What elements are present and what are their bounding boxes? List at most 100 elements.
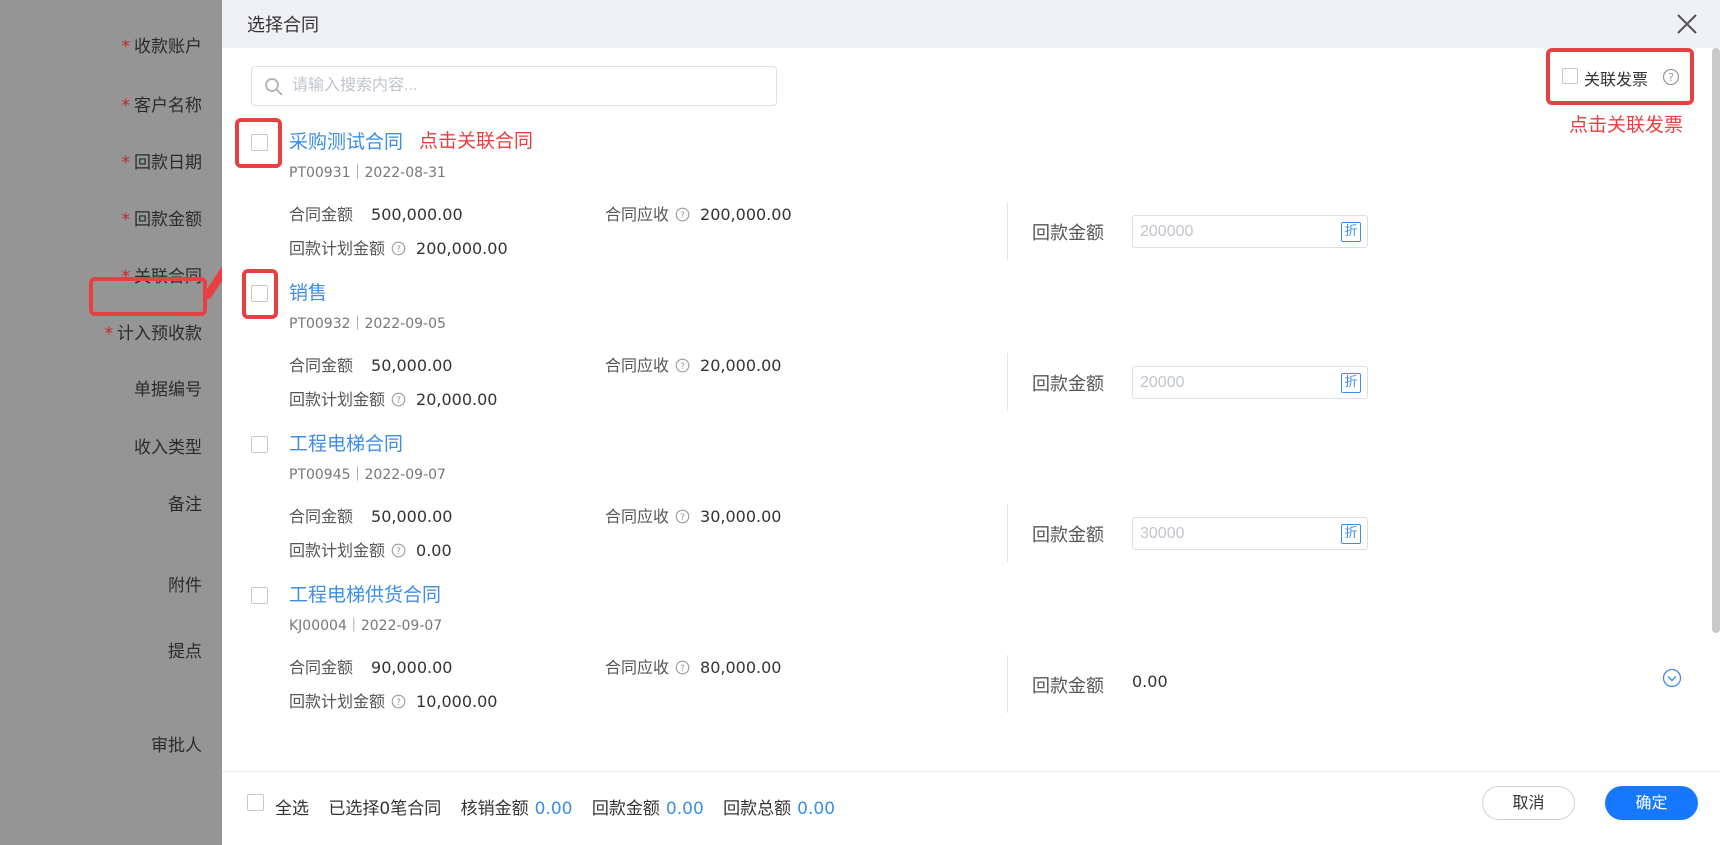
writeoff-value: 0.00 (534, 799, 573, 819)
payment-amount-field: 折 (1132, 215, 1368, 248)
contract-receivable: 合同应收? 20,000.00 (605, 356, 782, 375)
contract-plan-amount: 回款计划金额? 10,000.00 (289, 692, 498, 711)
cancel-button[interactable]: 取消 (1482, 786, 1575, 820)
contract-checkbox[interactable] (251, 587, 268, 604)
payment-amount-input[interactable] (1140, 518, 1330, 549)
contract-amount: 合同金额 50,000.00 (289, 356, 453, 375)
contract-checkbox[interactable] (251, 285, 268, 302)
discount-icon[interactable]: 折 (1341, 524, 1361, 544)
svg-text:?: ? (396, 698, 401, 708)
link-invoice-checkbox[interactable] (1562, 68, 1578, 84)
annotation-box-contract-field (89, 277, 207, 316)
help-icon[interactable]: ? (675, 660, 690, 675)
form-label-amount: * 回款金额 (121, 210, 203, 230)
contract-meta: PT00931｜2022-08-31 (289, 165, 446, 181)
payment-value: 0.00 (665, 799, 704, 819)
search-input[interactable] (292, 67, 762, 105)
chevron-down-icon[interactable] (1662, 668, 1682, 688)
contract-plan-amount: 回款计划金额? 200,000.00 (289, 239, 508, 258)
contract-item: 采购测试合同 点击关联合同 PT00931｜2022-08-31 合同金额 500… (222, 115, 1720, 281)
help-icon[interactable]: ? (391, 694, 406, 709)
form-label-income-type: 收入类型 (134, 438, 202, 458)
payment-amount-value: 0.00 (1132, 672, 1168, 691)
help-icon[interactable]: ? (675, 509, 690, 524)
discount-icon[interactable]: 折 (1341, 373, 1361, 393)
contract-amount: 合同金额 90,000.00 (289, 658, 453, 677)
form-label-customer: * 客户名称 (121, 96, 203, 116)
discount-icon[interactable]: 折 (1341, 222, 1361, 242)
total-label: 回款总额 (723, 799, 792, 819)
contract-name[interactable]: 采购测试合同 (289, 127, 403, 154)
svg-text:?: ? (680, 664, 685, 674)
contract-list: 采购测试合同 点击关联合同 PT00931｜2022-08-31 合同金额 500… (222, 115, 1720, 770)
payment-amount-label: 回款金额 (1032, 525, 1104, 546)
svg-text:?: ? (396, 547, 401, 557)
total-value: 0.00 (797, 799, 836, 819)
search-icon (265, 78, 283, 96)
help-icon[interactable]: ? (675, 358, 690, 373)
dialog-title: 选择合同 (247, 15, 319, 36)
writeoff-label: 核销金额 (460, 799, 529, 819)
svg-text:?: ? (396, 396, 401, 406)
contract-plan-amount: 回款计划金额? 0.00 (289, 541, 452, 560)
help-icon[interactable]: ? (1662, 68, 1680, 86)
form-label-attachment: 附件 (168, 576, 202, 596)
divider (1007, 353, 1008, 411)
divider (1007, 202, 1008, 260)
payment-label: 回款金额 (591, 799, 660, 819)
contract-checkbox[interactable] (251, 134, 268, 151)
form-label-remark: 备注 (168, 495, 202, 515)
svg-text:?: ? (680, 362, 685, 372)
form-label-date: * 回款日期 (121, 153, 203, 173)
contract-receivable: 合同应收? 80,000.00 (605, 658, 782, 677)
contract-name[interactable]: 工程电梯供货合同 (289, 580, 441, 607)
contract-item: 销售 PT00932｜2022-09-05 合同金额 50,000.00 合同应收… (222, 266, 1720, 432)
form-label-prepaid: * 计入预收款 (104, 324, 203, 344)
confirm-button[interactable]: 确定 (1605, 786, 1698, 820)
help-icon[interactable]: ? (675, 207, 690, 222)
search-box (251, 66, 777, 106)
footer-summary: 全选 已选择0笔合同 核销金额 0.00 回款金额 0.00 回款总额 0.00 (275, 794, 835, 819)
selected-count: 已选择0笔合同 (328, 799, 442, 819)
form-label-account: * 收款账户 (121, 37, 203, 57)
contract-receivable: 合同应收? 200,000.00 (605, 205, 792, 224)
form-label-approver: 审批人 (151, 736, 202, 756)
contract-checkbox[interactable] (251, 436, 268, 453)
payment-amount-label: 回款金额 (1032, 374, 1104, 395)
payment-amount-input[interactable] (1140, 216, 1330, 247)
divider (1007, 504, 1008, 562)
form-label-doc-number: 单据编号 (134, 380, 202, 400)
contract-receivable: 合同应收? 30,000.00 (605, 507, 782, 526)
contract-item: 工程电梯供货合同 KJ00004｜2022-09-07 合同金额 90,000.0… (222, 568, 1720, 734)
help-icon[interactable]: ? (391, 241, 406, 256)
help-icon[interactable]: ? (391, 392, 406, 407)
annotation-contract-note: 点击关联合同 (419, 130, 534, 152)
svg-text:?: ? (396, 245, 401, 255)
contract-plan-amount: 回款计划金额? 20,000.00 (289, 390, 498, 409)
payment-amount-label: 回款金额 (1032, 676, 1104, 697)
background-form: * 收款账户 * 客户名称 * 回款日期 * 回款金额 * 关联合同 * 计入预收款 单据编… (0, 0, 222, 845)
help-icon[interactable]: ? (391, 543, 406, 558)
link-invoice-option: 关联发票 ? (1546, 48, 1694, 105)
payment-amount-field: 折 (1132, 517, 1368, 550)
payment-amount-label: 回款金额 (1032, 223, 1104, 244)
payment-amount-input[interactable] (1140, 367, 1330, 398)
svg-text:?: ? (680, 211, 685, 221)
select-all-label[interactable]: 全选 (275, 799, 309, 819)
payment-amount-field: 折 (1132, 366, 1368, 399)
svg-text:?: ? (680, 513, 685, 523)
contract-amount: 合同金额 500,000.00 (289, 205, 463, 224)
contract-name[interactable]: 销售 (289, 278, 327, 305)
contract-meta: PT00932｜2022-09-05 (289, 316, 446, 332)
close-icon[interactable] (1676, 13, 1698, 35)
form-label-commission: 提点 (168, 642, 202, 662)
scrollbar[interactable] (1712, 48, 1720, 633)
select-contract-dialog: 选择合同 关联发票 ? 点击关联发票 (222, 0, 1720, 845)
dialog-footer: 全选 已选择0笔合同 核销金额 0.00 回款金额 0.00 回款总额 0.00 取消… (222, 771, 1720, 845)
select-all-checkbox[interactable] (247, 794, 264, 811)
contract-meta: KJ00004｜2022-09-07 (289, 618, 443, 634)
link-invoice-label[interactable]: 关联发票 (1584, 66, 1648, 90)
svg-text:?: ? (1668, 71, 1674, 84)
contract-meta: PT00945｜2022-09-07 (289, 467, 446, 483)
contract-name[interactable]: 工程电梯合同 (289, 429, 403, 456)
